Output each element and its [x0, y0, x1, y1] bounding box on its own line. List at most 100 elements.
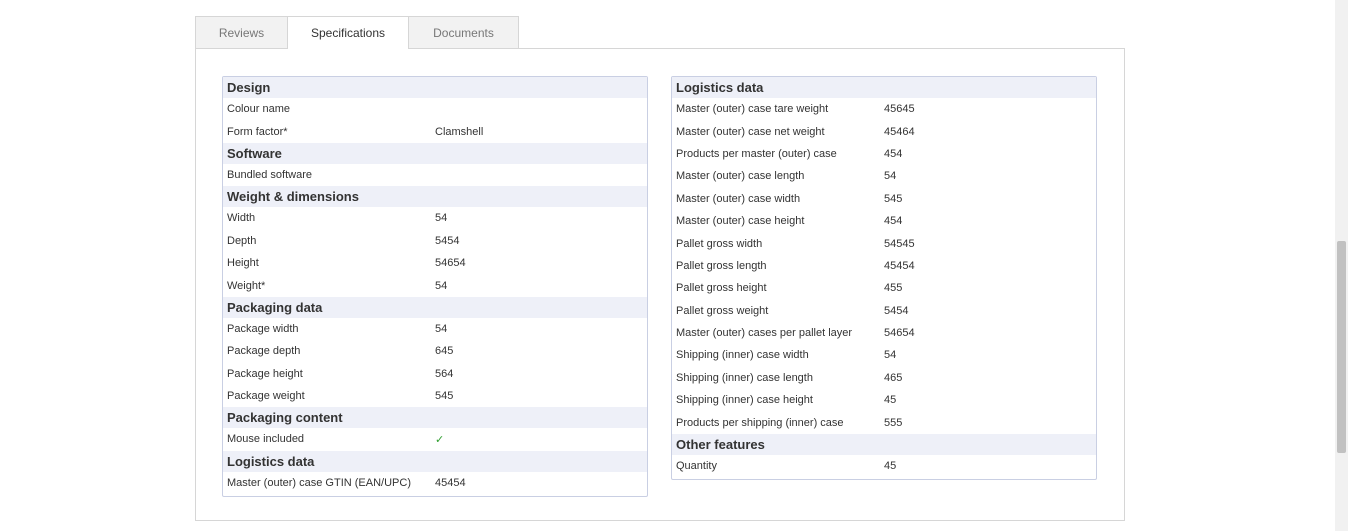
spec-row: Master (outer) cases per pallet layer 546… — [672, 322, 1096, 344]
spec-label: Master (outer) case height — [676, 215, 805, 228]
group-title-weight-dimensions: Weight & dimensions — [223, 186, 647, 208]
spec-value: 54 — [435, 322, 448, 335]
spec-row: Products per master (outer) case 454 — [672, 143, 1096, 165]
scrollbar-thumb[interactable] — [1337, 241, 1346, 453]
group-title-packaging-content: Packaging content — [223, 407, 647, 429]
spec-value: 545 — [884, 192, 903, 205]
spec-value: 465 — [884, 371, 903, 384]
spec-row: Pallet gross width 54545 — [672, 232, 1096, 254]
spec-label: Package height — [227, 367, 303, 380]
spec-row: Master (outer) case length 54 — [672, 165, 1096, 187]
spec-value: 54 — [884, 170, 897, 183]
group-title-packaging-data: Packaging data — [223, 296, 647, 318]
spec-label: Package weight — [227, 390, 305, 403]
spec-value: 54654 — [435, 257, 466, 270]
group-title-design: Design — [223, 77, 647, 98]
spec-value: 45454 — [884, 259, 915, 272]
tab-reviews[interactable]: Reviews — [195, 16, 288, 48]
spec-label: Pallet gross width — [676, 237, 763, 250]
spec-row: Pallet gross length 45454 — [672, 255, 1096, 277]
spec-value: 5454 — [884, 304, 909, 317]
spec-row: Form factor* Clamshell — [223, 120, 647, 142]
spec-row: Shipping (inner) case length 465 — [672, 367, 1096, 389]
spec-table-right: Logistics data Master (outer) case tare w… — [671, 76, 1097, 481]
spec-label: Master (outer) case GTIN (EAN/UPC) — [227, 476, 411, 489]
spec-value: 45645 — [884, 103, 915, 116]
spec-row: Master (outer) case GTIN (EAN/UPC) 45454 — [223, 472, 647, 494]
spec-value: 555 — [884, 416, 903, 429]
spec-label: Quantity — [676, 460, 717, 473]
spec-row: Package width 54 — [223, 318, 647, 340]
spec-value: 45 — [884, 460, 897, 473]
page-scrollbar[interactable] — [1335, 0, 1348, 531]
spec-value: 5454 — [435, 234, 460, 247]
group-title-other-features: Other features — [672, 433, 1096, 455]
spec-value: 645 — [435, 345, 454, 358]
spec-label: Shipping (inner) case width — [676, 349, 809, 362]
spec-value: 54654 — [884, 327, 915, 340]
spec-row: Pallet gross weight 5454 — [672, 300, 1096, 322]
spec-value: 54 — [435, 279, 448, 292]
spec-label: Bundled software — [227, 168, 312, 181]
specifications-panel: Design Colour name Form factor* Clamshell So… — [195, 48, 1125, 521]
spec-label: Depth — [227, 234, 257, 247]
spec-label: Pallet gross weight — [676, 304, 769, 317]
spec-value: 454 — [884, 215, 903, 228]
spec-row: Pallet gross height 455 — [672, 277, 1096, 299]
spec-label: Master (outer) case net weight — [676, 125, 825, 138]
spec-row: Package depth 645 — [223, 340, 647, 362]
checkmark-icon: ✓ — [435, 433, 445, 446]
spec-label: Master (outer) case tare weight — [676, 103, 829, 116]
group-title-software: Software — [223, 142, 647, 164]
spec-label: Master (outer) case length — [676, 170, 805, 183]
spec-value: 545 — [435, 390, 454, 403]
spec-value: 564 — [435, 367, 454, 380]
group-title-logistics-data: Logistics data — [672, 77, 1096, 98]
spec-label: Shipping (inner) case length — [676, 371, 813, 384]
spec-row: Products per shipping (inner) case 555 — [672, 411, 1096, 433]
spec-row: Shipping (inner) case width 54 — [672, 344, 1096, 366]
group-title-logistics-data: Logistics data — [223, 450, 647, 472]
spec-label: Pallet gross length — [676, 259, 767, 272]
spec-table-left: Design Colour name Form factor* Clamshell So… — [222, 76, 648, 498]
spec-row: Master (outer) case height 454 — [672, 210, 1096, 232]
tab-documents[interactable]: Documents — [408, 16, 519, 48]
spec-row: Depth 5454 — [223, 230, 647, 252]
spec-value: 45454 — [435, 476, 466, 489]
spec-row: Package height 564 — [223, 363, 647, 385]
spec-value: 45464 — [884, 125, 915, 138]
spec-label: Form factor* — [227, 125, 288, 138]
spec-value: 45 — [884, 394, 897, 407]
spec-label: Colour name — [227, 103, 290, 116]
spec-label: Pallet gross height — [676, 282, 767, 295]
spec-value: 455 — [884, 282, 903, 295]
spec-row: Height 54654 — [223, 252, 647, 274]
spec-label: Shipping (inner) case height — [676, 394, 813, 407]
spec-row: Master (outer) case width 545 — [672, 188, 1096, 210]
spec-value: 454 — [884, 147, 903, 160]
spec-label: Products per shipping (inner) case — [676, 416, 844, 429]
tab-specifications[interactable]: Specifications — [287, 16, 409, 49]
spec-value: 54 — [884, 349, 897, 362]
spec-value: 54 — [435, 212, 448, 225]
spec-row: Mouse included ✓ — [223, 428, 647, 450]
spec-label: Master (outer) case width — [676, 192, 801, 205]
spec-row: Width 54 — [223, 207, 647, 229]
spec-row: Master (outer) case net weight 45464 — [672, 120, 1096, 142]
spec-row: Weight* 54 — [223, 274, 647, 296]
spec-label: Mouse included — [227, 433, 305, 446]
spec-label: Height — [227, 257, 259, 270]
spec-row: Colour name — [223, 98, 647, 120]
spec-row: Quantity 45 — [672, 455, 1096, 477]
spec-row: Bundled software — [223, 164, 647, 186]
spec-value: 54545 — [884, 237, 915, 250]
spec-label: Products per master (outer) case — [676, 147, 837, 160]
spec-row: Shipping (inner) case height 45 — [672, 389, 1096, 411]
spec-row: Master (outer) case tare weight 45645 — [672, 98, 1096, 120]
spec-label: Width — [227, 212, 256, 225]
spec-label: Master (outer) cases per pallet layer — [676, 327, 853, 340]
spec-row: Package weight 545 — [223, 385, 647, 407]
spec-label: Package width — [227, 322, 299, 335]
spec-value: Clamshell — [435, 125, 484, 138]
spec-label: Weight* — [227, 279, 266, 292]
